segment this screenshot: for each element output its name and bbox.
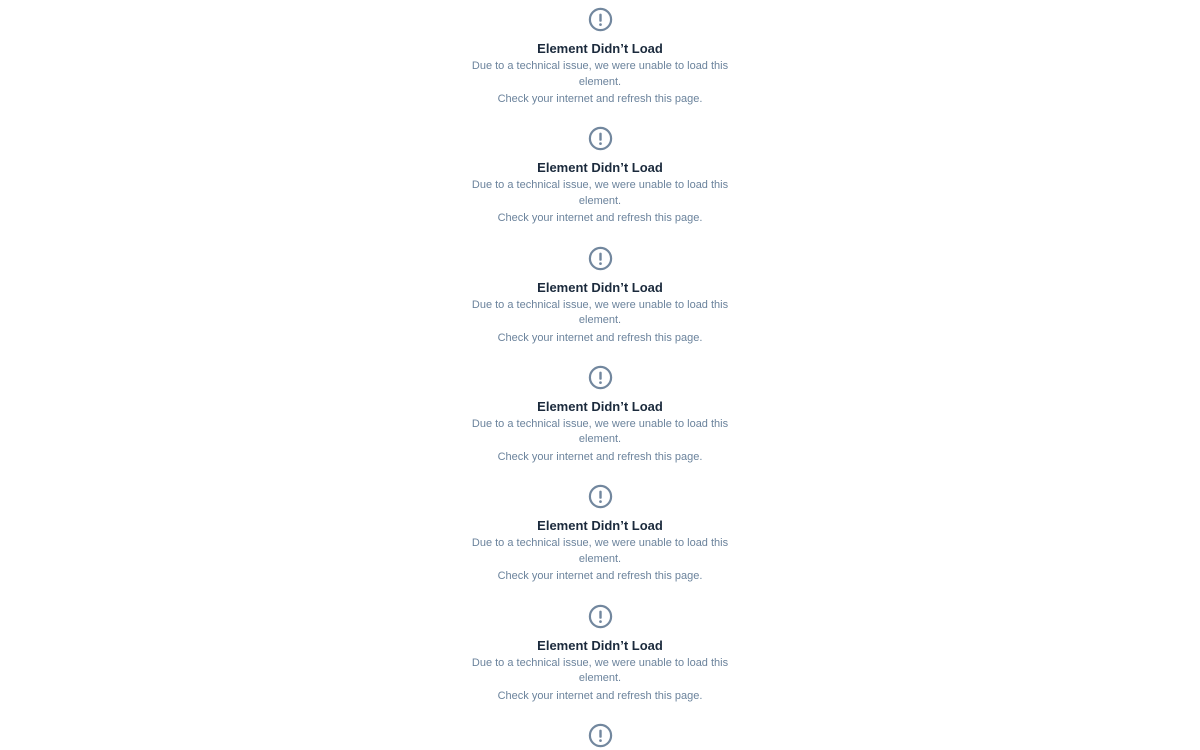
exclamation-circle-icon — [588, 7, 613, 32]
error-title: Element Didn’t Load — [537, 41, 663, 56]
error-title: Element Didn’t Load — [537, 398, 663, 414]
error-block-list: Element Didn’t Load Due to a technical is… — [0, 0, 1200, 750]
exclamation-circle-icon — [588, 723, 613, 748]
exclamation-circle-icon — [588, 126, 613, 151]
error-block: Element Didn’t Load Due to a technical is… — [0, 604, 1200, 705]
error-block: Element Didn’t Load Due to a technical is… — [0, 126, 1200, 227]
error-block: Element Didn’t Load Due to a technical is… — [0, 7, 1200, 108]
error-hint: Check your internet and refresh this pag… — [497, 93, 703, 105]
error-description: Due to a technical issue, we were unable… — [471, 417, 729, 446]
error-block: Element Didn’t Load Due to a technical is… — [0, 484, 1200, 585]
error-title: Element Didn’t Load — [537, 518, 663, 534]
error-description: Due to a technical issue, we were unable… — [471, 537, 729, 565]
exclamation-circle-icon — [588, 246, 613, 271]
error-block: Element Didn’t Load Due to a technical is… — [0, 365, 1200, 466]
exclamation-circle-icon — [588, 484, 613, 509]
error-block: Element Didn’t Load Due to a technical is… — [0, 246, 1200, 347]
error-hint: Check your internet and refresh this pag… — [497, 212, 703, 225]
error-title: Element Didn’t Load — [537, 160, 663, 176]
exclamation-circle-icon — [588, 604, 613, 629]
error-hint: Check your internet and refresh this pag… — [497, 331, 703, 344]
error-description: Due to a technical issue, we were unable… — [471, 60, 729, 88]
error-hint: Check your internet and refresh this pag… — [497, 450, 703, 463]
error-block — [0, 723, 1200, 750]
error-description: Due to a technical issue, we were unable… — [471, 656, 729, 685]
error-hint: Check your internet and refresh this pag… — [497, 570, 703, 583]
exclamation-circle-icon — [588, 365, 613, 390]
error-hint: Check your internet and refresh this pag… — [497, 689, 703, 702]
error-description: Due to a technical issue, we were unable… — [471, 179, 729, 207]
error-title: Element Didn’t Load — [537, 279, 663, 295]
error-title: Element Didn’t Load — [537, 637, 663, 653]
error-description: Due to a technical issue, we were unable… — [471, 298, 729, 327]
